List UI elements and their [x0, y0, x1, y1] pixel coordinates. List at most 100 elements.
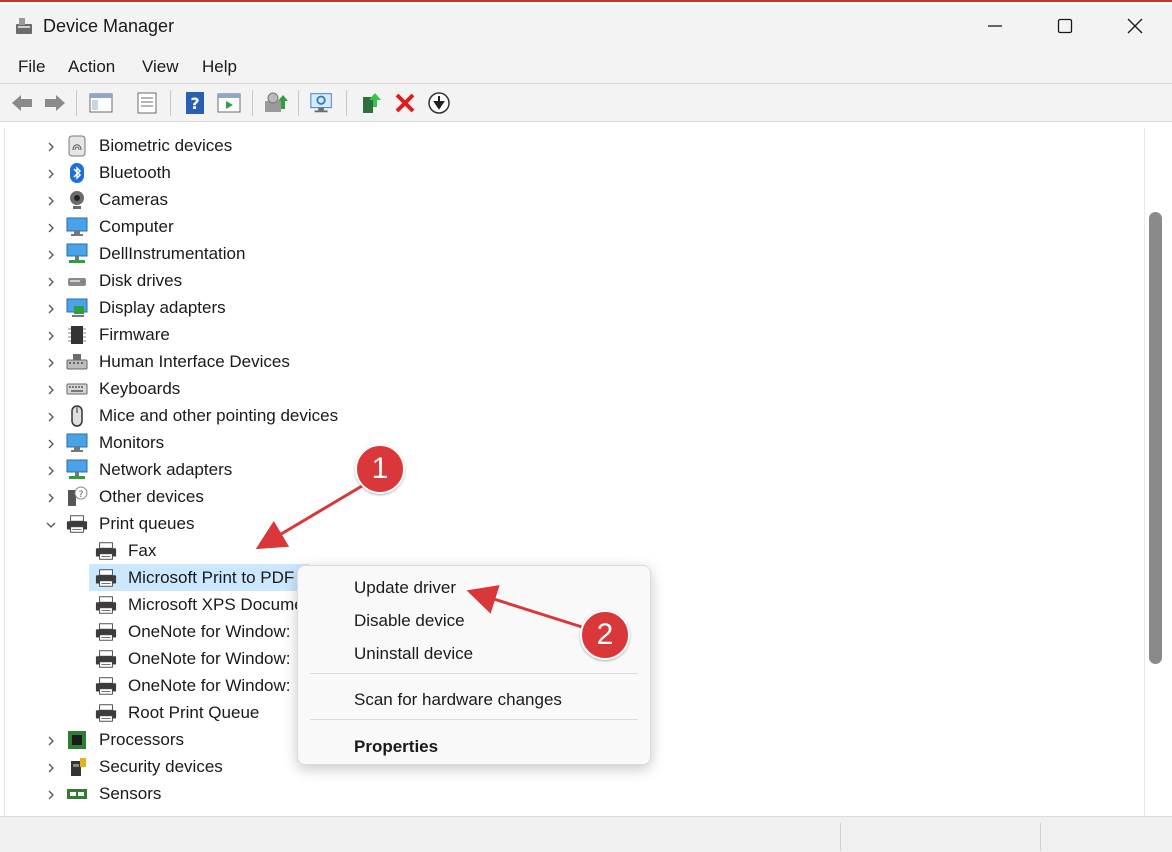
tree-category[interactable]: Cameras [5, 186, 1144, 213]
chevron-right-icon[interactable] [45, 464, 57, 476]
chevron-right-icon[interactable] [45, 140, 57, 152]
chevron-down-icon[interactable] [45, 518, 57, 530]
network-adapter-icon [66, 459, 88, 481]
chevron-right-icon[interactable] [45, 437, 57, 449]
tree-item-label: OneNote for Window: [128, 649, 291, 668]
tree-category[interactable]: Keyboards [5, 375, 1144, 402]
ctx-properties[interactable]: Properties [354, 737, 438, 757]
sensor-icon [66, 783, 88, 805]
tree-item-label: Monitors [99, 433, 165, 452]
vertical-scrollbar[interactable] [1144, 128, 1172, 816]
ctx-update-driver[interactable]: Update driver [354, 578, 456, 598]
tree-print-queue-item[interactable]: Fax [5, 537, 1144, 564]
enable-device-button[interactable] [358, 90, 384, 116]
chevron-right-icon[interactable] [45, 221, 57, 233]
chevron-right-icon[interactable] [45, 248, 57, 260]
webcam-icon [66, 189, 88, 211]
help-button[interactable]: ? [182, 90, 208, 116]
minimize-button[interactable] [960, 6, 1030, 46]
maximize-icon [1057, 18, 1073, 34]
tree-item-label: Mice and other pointing devices [99, 406, 339, 425]
help-icon: ? [186, 92, 204, 114]
tree-item-label: Firmware [99, 325, 170, 344]
tree-category[interactable]: Monitors [5, 429, 1144, 456]
chevron-right-icon[interactable] [45, 167, 57, 179]
tree-item-label: Disk drives [99, 271, 183, 290]
tree-item-label: OneNote for Window: [128, 622, 291, 641]
action-pane-button[interactable] [216, 90, 242, 116]
chip-icon [66, 324, 88, 346]
tree-item-label: Print queues [99, 514, 195, 533]
properties-button[interactable] [134, 90, 160, 116]
tree-item-label: DellInstrumentation [99, 244, 246, 263]
tree-category[interactable]: Computer [5, 213, 1144, 240]
disable-device-icon [428, 92, 450, 114]
bluetooth-icon [66, 162, 88, 184]
tree-category[interactable]: Display adapters [5, 294, 1144, 321]
tree-item-label: Display adapters [99, 298, 226, 317]
status-bar [0, 816, 1172, 852]
chevron-right-icon[interactable] [45, 356, 57, 368]
tree-item-label: Human Interface Devices [99, 352, 290, 371]
ctx-uninstall-device[interactable]: Uninstall device [354, 644, 473, 664]
tree-category[interactable]: DellInstrumentation [5, 240, 1144, 267]
disable-device-button[interactable] [426, 90, 452, 116]
tree-category[interactable]: Sensors [5, 780, 1144, 807]
tree-category[interactable]: Network adapters [5, 456, 1144, 483]
tree-item-label: Network adapters [99, 460, 233, 479]
scan-hardware-button[interactable] [309, 90, 335, 116]
processor-icon [66, 729, 88, 751]
printer-icon [95, 567, 117, 589]
tree-item-label: Processors [99, 730, 185, 749]
scan-hardware-icon [310, 93, 332, 113]
tree-category[interactable]: Biometric devices [5, 132, 1144, 159]
tree-category[interactable]: Human Interface Devices [5, 348, 1144, 375]
keyboard-icon [66, 378, 88, 400]
tree-category[interactable]: ? Other devices [5, 483, 1144, 510]
chevron-right-icon[interactable] [45, 761, 57, 773]
unknown-device-icon: ? [66, 486, 88, 508]
tree-category[interactable]: Disk drives [5, 267, 1144, 294]
context-menu: Update driver Disable device Uninstall d… [297, 565, 651, 765]
forward-button[interactable] [42, 90, 68, 116]
display-adapter-icon [66, 297, 88, 319]
network-monitor-icon [66, 243, 88, 265]
tree-category[interactable]: Print queues [5, 510, 1144, 537]
chevron-right-icon[interactable] [45, 788, 57, 800]
chevron-right-icon[interactable] [45, 410, 57, 422]
update-driver-icon [265, 92, 288, 112]
show-hide-console-tree-button[interactable] [88, 90, 114, 116]
tree-category[interactable]: Bluetooth [5, 159, 1144, 186]
device-manager-window: Device Manager File Action View Help ? B… [0, 0, 1172, 852]
back-button[interactable] [9, 90, 35, 116]
ctx-separator [310, 719, 638, 720]
scrollbar-thumb[interactable] [1149, 212, 1162, 664]
close-button[interactable] [1100, 6, 1170, 46]
chevron-right-icon[interactable] [45, 275, 57, 287]
menu-file[interactable]: File [18, 57, 45, 77]
maximize-button[interactable] [1030, 6, 1100, 46]
chevron-right-icon[interactable] [45, 491, 57, 503]
monitor-icon [66, 216, 88, 238]
tree-category[interactable]: Mice and other pointing devices [5, 402, 1144, 429]
chevron-right-icon[interactable] [45, 383, 57, 395]
menu-bar: File Action View Help [0, 48, 1172, 84]
menu-action[interactable]: Action [68, 57, 115, 77]
ctx-scan-hardware[interactable]: Scan for hardware changes [354, 690, 562, 710]
ctx-disable-device[interactable]: Disable device [354, 611, 465, 631]
update-driver-button[interactable] [263, 90, 289, 116]
step-badge-1: 1 [355, 444, 405, 494]
chevron-right-icon[interactable] [45, 302, 57, 314]
chevron-right-icon[interactable] [45, 329, 57, 341]
minimize-icon [988, 25, 1002, 27]
chevron-right-icon[interactable] [45, 734, 57, 746]
menu-view[interactable]: View [142, 57, 179, 77]
menu-help[interactable]: Help [202, 57, 237, 77]
tree-item-label: Security devices [99, 757, 223, 776]
show-hide-console-tree-icon [89, 93, 113, 113]
chevron-right-icon[interactable] [45, 194, 57, 206]
uninstall-device-button[interactable] [392, 90, 418, 116]
tree-category[interactable]: Firmware [5, 321, 1144, 348]
disk-drive-icon [66, 270, 88, 292]
printer-icon [66, 513, 88, 535]
